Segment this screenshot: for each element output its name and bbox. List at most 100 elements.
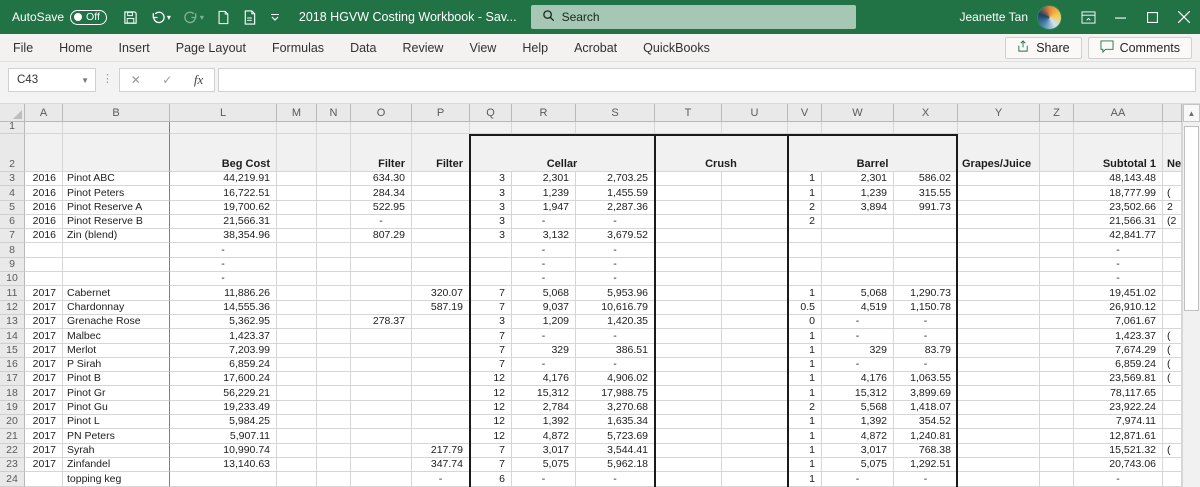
tab-formulas[interactable]: Formulas [259, 34, 337, 62]
cell-O18[interactable] [351, 386, 412, 401]
cell-U11[interactable] [722, 286, 788, 301]
cell-U13[interactable] [722, 314, 788, 330]
column-header-Q[interactable]: Q [470, 104, 512, 122]
cell-O5[interactable]: 522.95 [351, 200, 412, 215]
row-header-11[interactable]: 11 [0, 286, 25, 301]
cell-X24[interactable]: - [894, 472, 958, 487]
cell-Y20[interactable] [958, 415, 1040, 430]
cell-AB2[interactable]: Ne [1163, 134, 1182, 172]
column-header-S[interactable]: S [576, 104, 655, 122]
row-header-12[interactable]: 12 [0, 300, 25, 315]
cell-AA16[interactable]: 6,859.24 [1074, 357, 1163, 373]
select-all-corner[interactable] [0, 104, 25, 122]
cell-AA7[interactable]: 42,841.77 [1074, 229, 1163, 244]
cell-N5[interactable] [317, 200, 351, 215]
cell-V23[interactable]: 1 [788, 457, 822, 473]
cell-Q2[interactable]: Cellar [470, 134, 655, 172]
cell-U12[interactable] [722, 300, 788, 315]
cell-P15[interactable] [412, 343, 470, 358]
cell-L17[interactable]: 17,600.24 [170, 372, 277, 387]
cell-AA17[interactable]: 23,569.81 [1074, 372, 1163, 387]
cell-B21[interactable]: PN Peters [63, 429, 170, 444]
cancel-entry-icon[interactable]: ✕ [131, 73, 141, 87]
cell-Q9[interactable] [470, 257, 512, 273]
name-box-dropdown-icon[interactable]: ▼ [81, 76, 89, 85]
cell-Y3[interactable] [958, 172, 1040, 187]
cell-P13[interactable] [412, 314, 470, 330]
cell-T9[interactable] [655, 257, 722, 273]
cell-Z21[interactable] [1040, 429, 1074, 444]
cell-P4[interactable] [412, 186, 470, 201]
cell-O13[interactable]: 278.37 [351, 314, 412, 330]
cell-T19[interactable] [655, 400, 722, 416]
cell-Y2[interactable]: Grapes/Juice [958, 134, 1040, 172]
cell-Z16[interactable] [1040, 357, 1074, 373]
column-header-W[interactable]: W [822, 104, 894, 122]
user-name[interactable]: Jeanette Tan [959, 10, 1028, 24]
column-header-AB[interactable] [1163, 104, 1182, 122]
cell-AB19[interactable] [1163, 400, 1182, 416]
cell-U24[interactable] [722, 472, 788, 487]
cell-U9[interactable] [722, 257, 788, 273]
row-header-8[interactable]: 8 [0, 243, 25, 258]
scroll-up-icon[interactable]: ▲ [1183, 104, 1200, 122]
column-header-P[interactable]: P [412, 104, 470, 122]
cell-Z15[interactable] [1040, 343, 1074, 358]
tab-insert[interactable]: Insert [106, 34, 163, 62]
cell-W4[interactable]: 1,239 [822, 186, 894, 201]
cell-W20[interactable]: 1,392 [822, 415, 894, 430]
cell-L8[interactable]: - [170, 243, 277, 258]
row-header-23[interactable]: 23 [0, 457, 25, 473]
cell-U20[interactable] [722, 415, 788, 430]
row-header-4[interactable]: 4 [0, 186, 25, 201]
cell-O19[interactable] [351, 400, 412, 416]
cell-Q4[interactable]: 3 [470, 186, 512, 201]
cell-N14[interactable] [317, 329, 351, 344]
cell-N20[interactable] [317, 415, 351, 430]
cell-M24[interactable] [277, 472, 317, 487]
cell-N19[interactable] [317, 400, 351, 416]
cell-AA21[interactable]: 12,871.61 [1074, 429, 1163, 444]
cell-A9[interactable] [25, 257, 63, 273]
cell-Z7[interactable] [1040, 229, 1074, 244]
cell-P24[interactable]: - [412, 472, 470, 487]
maximize-button[interactable] [1136, 0, 1168, 34]
cell-U6[interactable] [722, 214, 788, 230]
cell-L14[interactable]: 1,423.37 [170, 329, 277, 344]
confirm-entry-icon[interactable]: ✓ [162, 73, 172, 87]
cell-B13[interactable]: Grenache Rose [63, 314, 170, 330]
cell-Y16[interactable] [958, 357, 1040, 373]
cell-X7[interactable] [894, 229, 958, 244]
cell-N21[interactable] [317, 429, 351, 444]
cell-P6[interactable] [412, 214, 470, 230]
cell-P3[interactable] [412, 172, 470, 187]
cell-Y9[interactable] [958, 257, 1040, 273]
row-header-3[interactable]: 3 [0, 172, 25, 187]
row-header-17[interactable]: 17 [0, 372, 25, 387]
row-header-1[interactable]: 1 [0, 122, 25, 134]
column-header-A[interactable]: A [25, 104, 63, 122]
cell-S9[interactable]: - [576, 257, 655, 273]
cell-Q3[interactable]: 3 [470, 172, 512, 187]
cell-S13[interactable]: 1,420.35 [576, 314, 655, 330]
save-icon[interactable] [123, 10, 138, 25]
cell-M15[interactable] [277, 343, 317, 358]
cell-Q20[interactable]: 12 [470, 415, 512, 430]
cell-T23[interactable] [655, 457, 722, 473]
cell-P7[interactable] [412, 229, 470, 244]
cell-A22[interactable]: 2017 [25, 443, 63, 458]
cell-Q17[interactable]: 12 [470, 372, 512, 387]
cell-W1[interactable] [822, 122, 894, 134]
cell-AB9[interactable] [1163, 257, 1182, 273]
cell-Q15[interactable]: 7 [470, 343, 512, 358]
cell-O14[interactable] [351, 329, 412, 344]
cell-L23[interactable]: 13,140.63 [170, 457, 277, 473]
cell-O23[interactable] [351, 457, 412, 473]
cell-V21[interactable]: 1 [788, 429, 822, 444]
cell-W12[interactable]: 4,519 [822, 300, 894, 315]
cell-R7[interactable]: 3,132 [512, 229, 576, 244]
cell-P18[interactable] [412, 386, 470, 401]
cell-M5[interactable] [277, 200, 317, 215]
column-header-V[interactable]: V [788, 104, 822, 122]
cell-S12[interactable]: 10,616.79 [576, 300, 655, 315]
